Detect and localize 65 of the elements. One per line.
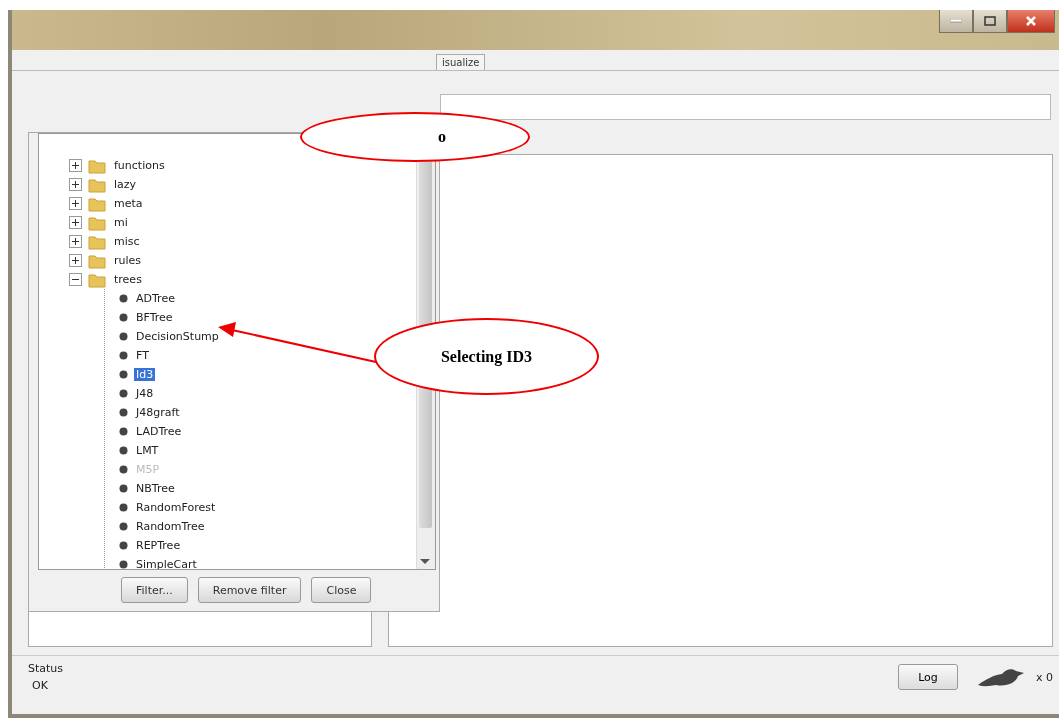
collapse-icon[interactable] <box>69 273 82 286</box>
bullet-icon <box>119 522 128 531</box>
close-icon <box>1025 15 1037 27</box>
bullet-icon <box>119 541 128 550</box>
bullet-icon <box>119 351 128 360</box>
bullet-icon <box>119 465 128 474</box>
bullet-icon <box>119 313 128 322</box>
expand-icon[interactable] <box>69 178 82 191</box>
filter-button[interactable]: Filter... <box>121 577 188 603</box>
classifier-item[interactable]: FT <box>134 349 151 362</box>
bullet-icon <box>119 446 128 455</box>
bullet-icon <box>119 408 128 417</box>
classifier-item[interactable]: LMT <box>134 444 161 457</box>
folder-icon <box>88 214 106 231</box>
log-button[interactable]: Log <box>898 664 958 690</box>
expand-icon[interactable] <box>69 235 82 248</box>
close-button[interactable]: Close <box>311 577 372 603</box>
classifier-item[interactable]: DecisionStump <box>134 330 221 343</box>
folder-label[interactable]: meta <box>112 197 145 210</box>
bullet-icon <box>119 560 128 569</box>
folder-icon <box>88 176 106 193</box>
expand-icon[interactable] <box>69 216 82 229</box>
classifier-item[interactable]: REPTree <box>134 539 183 552</box>
classifier-item[interactable]: NBTree <box>134 482 177 495</box>
folder-icon <box>88 195 106 212</box>
minimize-icon <box>950 19 962 23</box>
maximize-button[interactable] <box>973 10 1007 33</box>
bullet-icon <box>119 503 128 512</box>
classifier-item[interactable]: ADTree <box>134 292 177 305</box>
minimize-button[interactable] <box>939 10 973 33</box>
folder-label[interactable]: lazy <box>112 178 139 191</box>
classifier-item[interactable]: BFTree <box>134 311 175 324</box>
maximize-icon <box>984 16 996 26</box>
bullet-icon <box>119 484 128 493</box>
scroll-down-icon[interactable] <box>420 559 430 565</box>
folder-label[interactable]: mi <box>112 216 130 229</box>
expand-icon[interactable] <box>69 254 82 267</box>
folder-label[interactable]: misc <box>112 235 142 248</box>
bullet-icon <box>119 427 128 436</box>
bullet-icon <box>119 370 128 379</box>
folder-label[interactable]: rules <box>112 254 144 267</box>
classifier-item[interactable]: J48 <box>134 387 156 400</box>
close-button[interactable] <box>1007 10 1055 33</box>
classifier-item[interactable]: RandomForest <box>134 501 218 514</box>
task-count: x 0 <box>1036 670 1053 684</box>
folder-label[interactable]: trees <box>112 273 144 286</box>
classifier-item[interactable]: LADTree <box>134 425 184 438</box>
folder-icon <box>88 157 106 174</box>
status-message: OK <box>31 679 49 692</box>
folder-icon <box>88 252 106 269</box>
remove-filter-button[interactable]: Remove filter <box>197 577 302 603</box>
expand-icon[interactable] <box>69 159 82 172</box>
bullet-icon <box>119 294 128 303</box>
status-label: Status <box>28 662 65 675</box>
input-field[interactable] <box>440 94 1051 120</box>
bullet-icon <box>119 332 128 341</box>
classifier-item[interactable]: J48graft <box>134 406 182 419</box>
bullet-icon <box>119 389 128 398</box>
folder-label[interactable]: functions <box>112 159 167 172</box>
expand-icon[interactable] <box>69 197 82 210</box>
folder-icon <box>88 233 106 250</box>
folder-icon <box>88 271 106 288</box>
tab[interactable]: isualize <box>436 54 486 70</box>
classifier-item[interactable]: Id3 <box>134 368 156 381</box>
classifier-item[interactable]: RandomTree <box>134 520 207 533</box>
